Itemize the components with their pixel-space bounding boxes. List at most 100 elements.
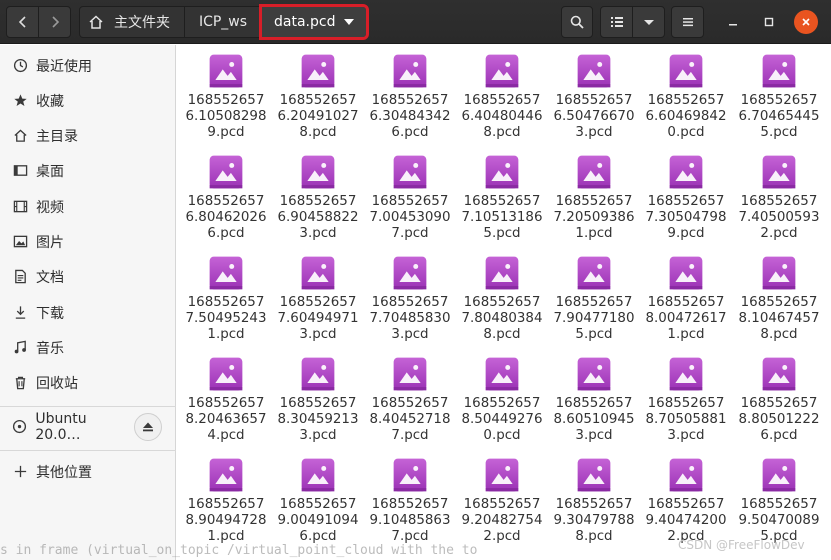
- file-name-line: 6.30484342: [369, 109, 451, 124]
- eject-button[interactable]: [134, 413, 162, 441]
- file-name-line: 5.pcd: [483, 226, 521, 241]
- file-name-line: 3.pcd: [299, 226, 337, 241]
- file-name: 168552657 6.30484342 6.pcd: [365, 93, 455, 141]
- close-button[interactable]: [794, 10, 818, 34]
- video-icon: [12, 199, 28, 215]
- file-item[interactable]: 168552657 8.70505881 3.pcd: [641, 348, 731, 444]
- file-name: 168552657 7.70485830 3.pcd: [365, 295, 455, 343]
- file-name-line: 1.pcd: [667, 327, 705, 342]
- file-name-line: 8.40452718: [369, 412, 451, 427]
- sidebar-item-downloads[interactable]: 下载: [0, 295, 176, 330]
- sidebar-item-home[interactable]: 主目录: [0, 118, 176, 153]
- file-item[interactable]: 168552657 8.30459213 3.pcd: [273, 348, 363, 444]
- file-name: 168552657 6.50476670 3.pcd: [549, 93, 639, 141]
- image-file-icon: [209, 54, 243, 88]
- file-item[interactable]: 168552657 6.30484342 6.pcd: [365, 45, 455, 141]
- sidebar-item-documents[interactable]: 文档: [0, 259, 176, 294]
- sidebar-item-starred[interactable]: 收藏: [0, 83, 176, 118]
- file-name-line: 7.pcd: [391, 428, 429, 443]
- sidebar-item-pictures[interactable]: 图片: [0, 224, 176, 259]
- file-item[interactable]: 168552657 9.30479788 8.pcd: [549, 449, 639, 545]
- search-icon: [570, 15, 584, 29]
- file-item[interactable]: 168552657 7.60494971 3.pcd: [273, 247, 363, 343]
- file-item[interactable]: 168552657 9.10485863 7.pcd: [365, 449, 455, 545]
- file-item[interactable]: 168552657 9.20482754 2.pcd: [457, 449, 547, 545]
- file-item[interactable]: 168552657 8.40452718 7.pcd: [365, 348, 455, 444]
- file-item[interactable]: 168552657 8.20463657 4.pcd: [181, 348, 271, 444]
- file-item[interactable]: 168552657 8.00472617 1.pcd: [641, 247, 731, 343]
- file-item[interactable]: 168552657 6.50476670 3.pcd: [549, 45, 639, 141]
- file-name-line: 6.pcd: [207, 226, 245, 241]
- breadcrumb-home-label: 主文件夹: [114, 15, 170, 31]
- sidebar-item-videos[interactable]: 视频: [0, 189, 176, 224]
- file-item[interactable]: 168552657 7.30504798 9.pcd: [641, 146, 731, 242]
- file-item[interactable]: 168552657 7.20509386 1.pcd: [549, 146, 639, 242]
- list-view-button[interactable]: [600, 6, 633, 38]
- file-item[interactable]: 168552657 6.80462026 6.pcd: [181, 146, 271, 242]
- file-item[interactable]: 168552657 8.50449276 0.pcd: [457, 348, 547, 444]
- header-bar: 主文件夹 ICP_ws data.pcd: [0, 0, 831, 44]
- file-name: 168552657 6.80462026 6.pcd: [181, 194, 271, 242]
- minimize-button[interactable]: [721, 10, 745, 34]
- file-item[interactable]: 168552657 7.80480384 8.pcd: [457, 247, 547, 343]
- file-item[interactable]: 168552657 7.10513186 5.pcd: [457, 146, 547, 242]
- image-file-icon: [209, 458, 243, 492]
- sidebar-item-other-locations[interactable]: 其他位置: [0, 454, 176, 489]
- sidebar-item-label: 主目录: [36, 128, 78, 145]
- sidebar-item-recent[interactable]: 最近使用: [0, 48, 176, 83]
- file-item[interactable]: 168552657 9.00491094 6.pcd: [273, 449, 363, 545]
- file-item[interactable]: 168552657 7.00453090 7.pcd: [365, 146, 455, 242]
- sidebar-item-label: 最近使用: [36, 58, 92, 75]
- sidebar-item-music[interactable]: 音乐: [0, 330, 176, 365]
- search-button[interactable]: [561, 6, 593, 38]
- file-name: 168552657 7.40500593 2.pcd: [734, 194, 824, 242]
- sidebar-item-ubuntu-disk[interactable]: Ubuntu 20.0…: [0, 409, 132, 444]
- file-item[interactable]: 168552657 6.90458822 3.pcd: [273, 146, 363, 242]
- file-item[interactable]: 168552657 8.80501222 6.pcd: [734, 348, 824, 444]
- file-name: 168552657 8.90494728 1.pcd: [181, 497, 271, 545]
- file-item[interactable]: 168552657 7.90477180 5.pcd: [549, 247, 639, 343]
- file-item[interactable]: 168552657 7.70485830 3.pcd: [365, 247, 455, 343]
- breadcrumb-icp-ws[interactable]: ICP_ws: [184, 6, 262, 38]
- file-item[interactable]: 168552657 9.40474200 2.pcd: [641, 449, 731, 545]
- file-name-line: 9.40474200: [645, 513, 727, 528]
- file-item[interactable]: 168552657 6.60469842 0.pcd: [641, 45, 731, 141]
- file-name-line: 168552657: [463, 194, 541, 209]
- file-item[interactable]: 168552657 6.40480446 8.pcd: [457, 45, 547, 141]
- file-name-line: 0.pcd: [483, 428, 521, 443]
- forward-button[interactable]: [38, 6, 71, 38]
- file-name: 168552657 6.70465445 5.pcd: [734, 93, 824, 141]
- file-item[interactable]: 168552657 8.60510945 3.pcd: [549, 348, 639, 444]
- breadcrumb-home[interactable]: 主文件夹: [79, 6, 185, 38]
- file-name-line: 8.90494728: [185, 513, 267, 528]
- sidebar-item-desktop[interactable]: 桌面: [0, 153, 176, 188]
- file-item[interactable]: 168552657 6.70465445 5.pcd: [734, 45, 824, 141]
- image-file-icon: [762, 357, 796, 391]
- file-item[interactable]: 168552657 6.10508298 9.pcd: [181, 45, 271, 141]
- file-name-line: 9.pcd: [667, 226, 705, 241]
- main-menu-button[interactable]: [671, 6, 704, 38]
- file-name-line: 6.40480446: [461, 109, 543, 124]
- file-item[interactable]: 168552657 6.20491027 8.pcd: [273, 45, 363, 141]
- maximize-button[interactable]: [757, 10, 781, 34]
- file-item[interactable]: 168552657 8.90494728 1.pcd: [181, 449, 271, 545]
- file-name-line: 6.pcd: [391, 125, 429, 140]
- view-options-button[interactable]: [632, 6, 665, 38]
- file-name: 168552657 8.00472617 1.pcd: [641, 295, 731, 343]
- file-item[interactable]: 168552657 7.50495243 1.pcd: [181, 247, 271, 343]
- breadcrumb-current-folder[interactable]: data.pcd: [259, 4, 369, 40]
- file-name-line: 168552657: [463, 497, 541, 512]
- file-name-line: 6.10508298: [185, 109, 267, 124]
- file-name-line: 8.70505881: [645, 412, 727, 427]
- sidebar-item-label: 图片: [36, 234, 64, 251]
- image-file-icon: [301, 357, 335, 391]
- file-item[interactable]: 168552657 7.40500593 2.pcd: [734, 146, 824, 242]
- file-item[interactable]: 168552657 8.10467457 8.pcd: [734, 247, 824, 343]
- file-item[interactable]: 168552657 9.50470089 5.pcd: [734, 449, 824, 545]
- sidebar-item-trash[interactable]: 回收站: [0, 365, 176, 400]
- file-name-line: 3.pcd: [391, 327, 429, 342]
- back-button[interactable]: [6, 6, 39, 38]
- sidebar-item-label: 其他位置: [36, 464, 92, 481]
- sidebar-item-label: 文档: [36, 269, 64, 286]
- image-file-icon: [209, 256, 243, 290]
